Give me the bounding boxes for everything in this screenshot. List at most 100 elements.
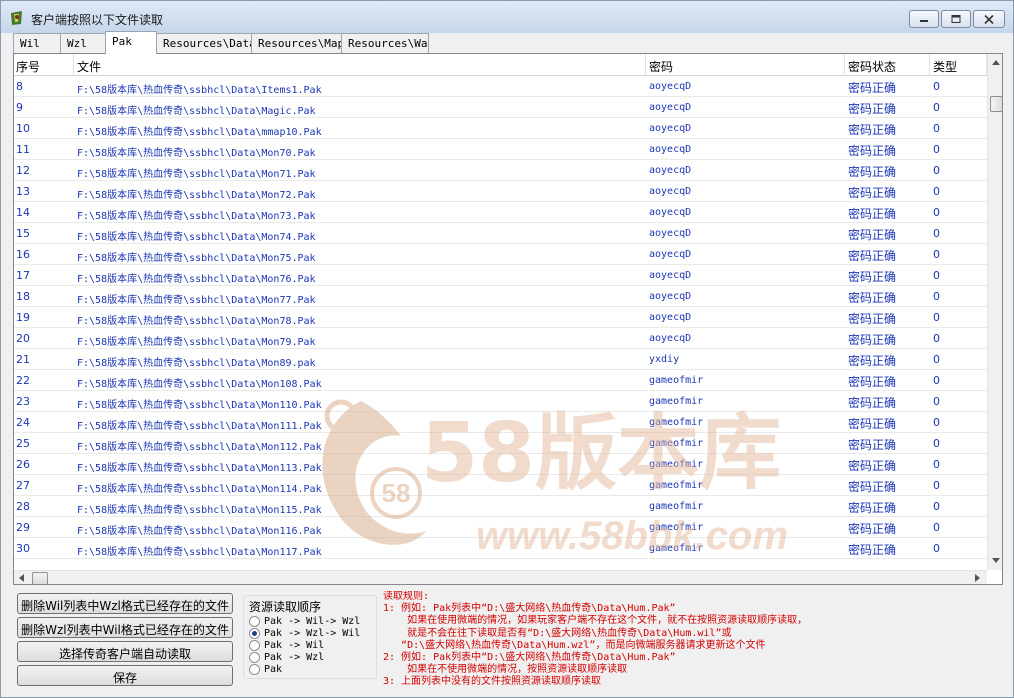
cell-index: 19 xyxy=(16,311,30,324)
vertical-scrollbar[interactable] xyxy=(987,54,1002,570)
table-row[interactable]: 21 F:\58版本库\热血传奇\ssbhcl\Data\Mon89.pak yxd… xyxy=(14,349,987,370)
cell-index: 27 xyxy=(16,479,30,492)
cell-password: aoyecqD xyxy=(649,270,692,281)
cell-type: 0 xyxy=(933,80,940,93)
tab-pak[interactable]: Pak xyxy=(105,31,157,54)
table-row[interactable]: 29 F:\58版本库\热血传奇\ssbhcl\Data\Mon116.Pak ga… xyxy=(14,517,987,538)
table-row[interactable]: 24 F:\58版本库\热血传奇\ssbhcl\Data\Mon111.Pak ga… xyxy=(14,412,987,433)
cell-file: F:\58版本库\热血传奇\ssbhcl\Data\Mon70.Pak xyxy=(77,148,316,159)
column-header-file[interactable]: 文件 xyxy=(75,54,646,76)
cell-password: gameofmir xyxy=(649,417,704,428)
cell-file: F:\58版本库\热血传奇\ssbhcl\Data\Mon89.pak xyxy=(77,358,316,369)
cell-password: aoyecqD xyxy=(649,249,692,260)
tab-resources-wav[interactable]: Resources\Wav xyxy=(341,33,429,53)
file-list[interactable]: 序号 文件 密码 密码状态 类型 8 F:\58版本库\热血传奇\ssbhcl\D… xyxy=(13,53,1003,585)
cell-file: F:\58版本库\热血传奇\ssbhcl\Data\Mon110.Pak xyxy=(77,400,322,411)
table-row[interactable]: 20 F:\58版本库\热血传奇\ssbhcl\Data\Mon79.Pak aoy… xyxy=(14,328,987,349)
radio-checked-icon[interactable] xyxy=(249,628,260,639)
column-header-password[interactable]: 密码 xyxy=(647,54,845,76)
table-row[interactable]: 15 F:\58版本库\热血传奇\ssbhcl\Data\Mon74.Pak aoy… xyxy=(14,223,987,244)
cell-password-status: 密码正确 xyxy=(848,144,897,158)
read-order-option-label: Pak -> Wzl xyxy=(264,652,325,663)
cell-index: 22 xyxy=(16,374,30,387)
cell-type: 0 xyxy=(933,395,940,408)
cell-index: 12 xyxy=(16,164,30,177)
cell-password-status: 密码正确 xyxy=(848,228,897,242)
table-row[interactable]: 16 F:\58版本库\热血传奇\ssbhcl\Data\Mon75.Pak aoy… xyxy=(14,244,987,265)
close-icon xyxy=(984,14,994,24)
cell-index: 11 xyxy=(16,143,30,156)
table-row[interactable]: 14 F:\58版本库\热血传奇\ssbhcl\Data\Mon73.Pak aoy… xyxy=(14,202,987,223)
save-button[interactable]: 保存 xyxy=(17,665,233,686)
auto-read-client-button[interactable]: 选择传奇客户端自动读取 xyxy=(17,641,233,662)
rule-line: 如果在使用微端的情况，如果玩家客户端不存在这个文件，就不在按照资源读取顺序读取， xyxy=(383,615,808,627)
tab-wzl[interactable]: Wzl xyxy=(60,33,106,53)
read-order-option-label: Pak -> Wzl-> Wil xyxy=(264,628,361,639)
scroll-down-icon[interactable] xyxy=(992,558,1000,563)
cell-index: 16 xyxy=(16,248,30,261)
cell-password-status: 密码正确 xyxy=(848,417,897,431)
table-row[interactable]: 12 F:\58版本库\热血传奇\ssbhcl\Data\Mon71.Pak aoy… xyxy=(14,160,987,181)
radio-unchecked-icon[interactable] xyxy=(249,652,260,663)
column-header-password-status[interactable]: 密码状态 xyxy=(846,54,930,76)
table-row[interactable]: 9 F:\58版本库\热血传奇\ssbhcl\Data\Magic.Pak aoye… xyxy=(14,97,987,118)
title-bar[interactable]: 客户端按照以下文件读取 xyxy=(1,1,1013,33)
list-header: 序号 文件 密码 密码状态 类型 xyxy=(14,54,987,76)
table-row[interactable]: 13 F:\58版本库\热血传奇\ssbhcl\Data\Mon72.Pak aoy… xyxy=(14,181,987,202)
delete-wzl-duplicates-button[interactable]: 删除Wzl列表中Wil格式已经存在的文件 xyxy=(17,617,233,638)
cell-type: 0 xyxy=(933,122,940,135)
horizontal-scroll-thumb[interactable] xyxy=(32,572,48,584)
cell-index: 9 xyxy=(16,101,23,114)
scroll-up-icon[interactable] xyxy=(992,60,1000,65)
cell-password-status: 密码正确 xyxy=(848,207,897,221)
rule-line: 1: 例如: Pak列表中“D:\盛大网络\热血传奇\Data\Hum.Pak” xyxy=(383,603,676,615)
tab-wil[interactable]: Wil xyxy=(13,33,61,53)
table-row[interactable]: 17 F:\58版本库\热血传奇\ssbhcl\Data\Mon76.Pak aoy… xyxy=(14,265,987,286)
radio-unchecked-icon[interactable] xyxy=(249,616,260,627)
table-row[interactable]: 30 F:\58版本库\热血传奇\ssbhcl\Data\Mon117.Pak ga… xyxy=(14,538,987,559)
maximize-button[interactable] xyxy=(941,10,971,28)
cell-type: 0 xyxy=(933,227,940,240)
table-row[interactable]: 11 F:\58版本库\热血传奇\ssbhcl\Data\Mon70.Pak aoy… xyxy=(14,139,987,160)
delete-wil-duplicates-button[interactable]: 删除Wil列表中Wzl格式已经存在的文件 xyxy=(17,593,233,614)
cell-password: yxdiy xyxy=(649,354,680,365)
minimize-button[interactable] xyxy=(909,10,939,28)
column-header-index[interactable]: 序号 xyxy=(14,54,74,76)
cell-file: F:\58版本库\热血传奇\ssbhcl\Data\Mon76.Pak xyxy=(77,274,316,285)
scroll-right-icon[interactable] xyxy=(975,574,980,582)
table-row[interactable]: 25 F:\58版本库\热血传奇\ssbhcl\Data\Mon112.Pak ga… xyxy=(14,433,987,454)
column-header-type[interactable]: 类型 xyxy=(931,54,987,76)
table-row[interactable]: 22 F:\58版本库\热血传奇\ssbhcl\Data\Mon108.Pak ga… xyxy=(14,370,987,391)
table-row[interactable]: 8 F:\58版本库\热血传奇\ssbhcl\Data\Items1.Pak aoy… xyxy=(14,76,987,97)
radio-unchecked-icon[interactable] xyxy=(249,664,260,675)
table-row[interactable]: 19 F:\58版本库\热血传奇\ssbhcl\Data\Mon78.Pak aoy… xyxy=(14,307,987,328)
cell-password: aoyecqD xyxy=(649,186,692,197)
read-order-option-label: Pak -> Wil-> Wzl xyxy=(264,616,361,627)
horizontal-scrollbar[interactable] xyxy=(14,570,987,584)
table-row[interactable]: 10 F:\58版本库\热血传奇\ssbhcl\Data\mmap10.Pak ao… xyxy=(14,118,987,139)
close-button[interactable] xyxy=(973,10,1005,28)
read-order-title: 资源读取顺序 xyxy=(247,598,324,615)
radio-unchecked-icon[interactable] xyxy=(249,640,260,651)
scroll-left-icon[interactable] xyxy=(19,574,24,582)
cell-file: F:\58版本库\热血传奇\ssbhcl\Data\Mon78.Pak xyxy=(77,316,316,327)
cell-file: F:\58版本库\热血传奇\ssbhcl\Data\Mon112.Pak xyxy=(77,442,322,453)
cell-index: 28 xyxy=(16,500,30,513)
vertical-scroll-thumb[interactable] xyxy=(990,96,1002,112)
cell-file: F:\58版本库\热血传奇\ssbhcl\Data\Mon77.Pak xyxy=(77,295,316,306)
table-row[interactable]: 18 F:\58版本库\热血传奇\ssbhcl\Data\Mon77.Pak aoy… xyxy=(14,286,987,307)
cell-password-status: 密码正确 xyxy=(848,123,897,137)
tab-resources-data[interactable]: Resources\Data xyxy=(156,33,252,53)
tab-resources-map[interactable]: Resources\Map xyxy=(251,33,342,53)
app-icon xyxy=(11,11,22,25)
cell-index: 13 xyxy=(16,185,30,198)
table-row[interactable]: 27 F:\58版本库\热血传奇\ssbhcl\Data\Mon114.Pak ga… xyxy=(14,475,987,496)
cell-password: aoyecqD xyxy=(649,291,692,302)
table-row[interactable]: 26 F:\58版本库\热血传奇\ssbhcl\Data\Mon113.Pak ga… xyxy=(14,454,987,475)
cell-index: 18 xyxy=(16,290,30,303)
table-row[interactable]: 23 F:\58版本库\热血传奇\ssbhcl\Data\Mon110.Pak ga… xyxy=(14,391,987,412)
cell-type: 0 xyxy=(933,353,940,366)
cell-password: gameofmir xyxy=(649,480,704,491)
table-row[interactable]: 28 F:\58版本库\热血传奇\ssbhcl\Data\Mon115.Pak ga… xyxy=(14,496,987,517)
main-window: 客户端按照以下文件读取 Wil Wzl Pak Resources\Data R… xyxy=(0,0,1014,698)
